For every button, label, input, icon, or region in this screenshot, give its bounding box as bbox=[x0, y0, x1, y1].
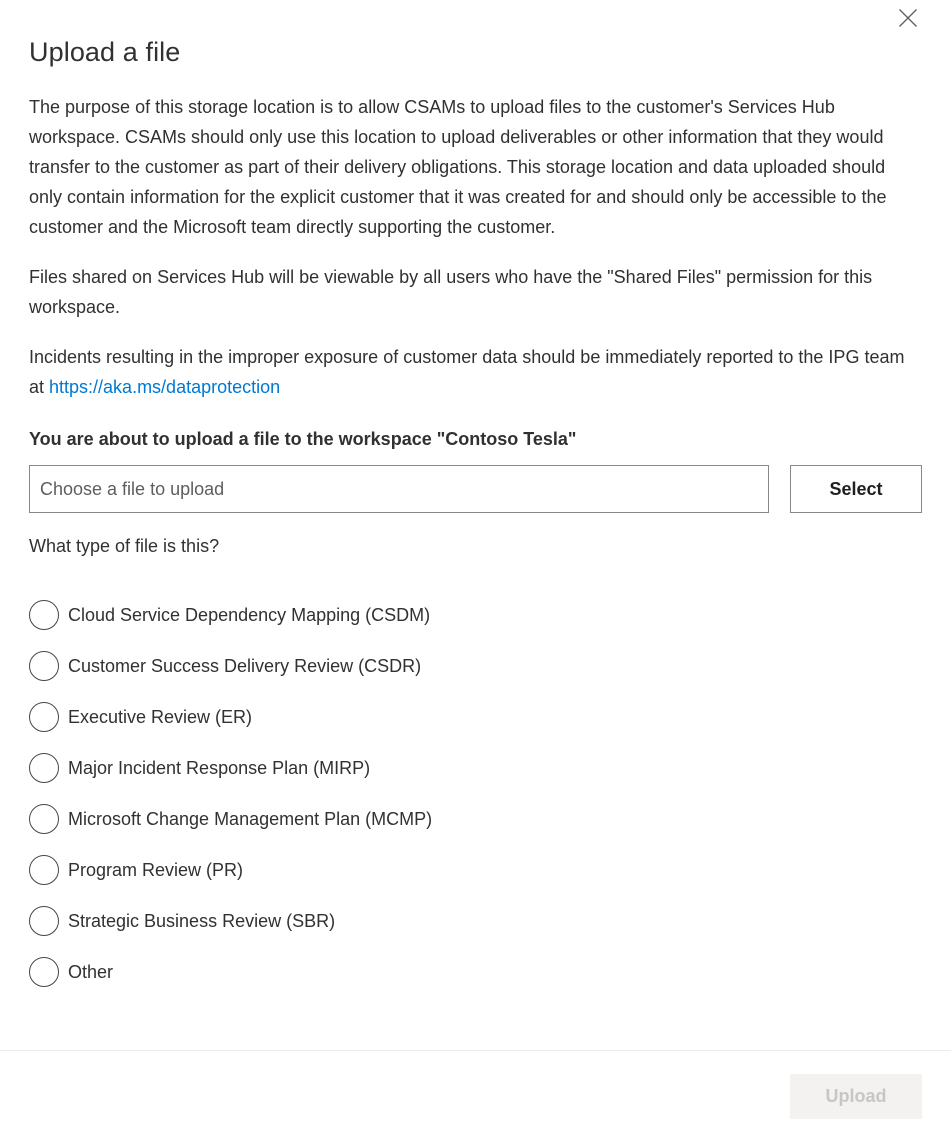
dialog-footer: Upload bbox=[0, 1050, 951, 1141]
incident-paragraph: Incidents resulting in the improper expo… bbox=[29, 342, 922, 402]
workspace-notice: You are about to upload a file to the wo… bbox=[29, 429, 577, 449]
upload-button[interactable]: Upload bbox=[790, 1073, 922, 1119]
dataprotection-link[interactable]: https://aka.ms/dataprotection bbox=[49, 377, 280, 397]
radio-option-label: Microsoft Change Management Plan (MCMP) bbox=[68, 808, 433, 829]
radio-option-csdm[interactable]: Cloud Service Dependency Mapping (CSDM) bbox=[29, 589, 922, 640]
radio-circle-icon[interactable] bbox=[29, 956, 59, 987]
radio-circle-icon[interactable] bbox=[29, 803, 59, 834]
close-icon bbox=[898, 8, 918, 28]
radio-option-csdr[interactable]: Customer Success Delivery Review (CSDR) bbox=[29, 640, 922, 691]
file-path-input[interactable] bbox=[29, 465, 769, 513]
page-title: Upload a file bbox=[29, 37, 181, 67]
radio-option-label: Strategic Business Review (SBR) bbox=[68, 910, 336, 931]
radio-circle-icon[interactable] bbox=[29, 752, 59, 783]
select-file-button[interactable]: Select bbox=[790, 465, 922, 513]
file-type-radio-group: Cloud Service Dependency Mapping (CSDM) … bbox=[29, 589, 922, 997]
upload-file-dialog: Upload a file The purpose of this storag… bbox=[0, 0, 951, 1141]
radio-circle-icon[interactable] bbox=[29, 701, 59, 732]
dialog-body: Upload a file The purpose of this storag… bbox=[0, 0, 951, 1050]
close-button[interactable] bbox=[886, 0, 930, 40]
radio-option-label: Cloud Service Dependency Mapping (CSDM) bbox=[68, 604, 431, 625]
radio-option-mirp[interactable]: Major Incident Response Plan (MIRP) bbox=[29, 742, 922, 793]
radio-option-label: Executive Review (ER) bbox=[68, 706, 253, 727]
radio-option-other[interactable]: Other bbox=[29, 946, 922, 997]
radio-option-mcmp[interactable]: Microsoft Change Management Plan (MCMP) bbox=[29, 793, 922, 844]
radio-option-label: Other bbox=[68, 961, 114, 982]
radio-option-label: Major Incident Response Plan (MIRP) bbox=[68, 757, 371, 778]
radio-circle-icon[interactable] bbox=[29, 650, 59, 681]
file-picker-row: Select bbox=[29, 465, 922, 513]
sharing-paragraph: Files shared on Services Hub will be vie… bbox=[29, 267, 873, 317]
intro-paragraph: The purpose of this storage location is … bbox=[29, 97, 887, 237]
radio-option-label: Customer Success Delivery Review (CSDR) bbox=[68, 655, 422, 676]
radio-circle-icon[interactable] bbox=[29, 905, 59, 936]
radio-circle-icon[interactable] bbox=[29, 854, 59, 885]
radio-option-label: Program Review (PR) bbox=[68, 859, 244, 880]
file-type-question: What type of file is this? bbox=[29, 536, 220, 556]
radio-option-sbr[interactable]: Strategic Business Review (SBR) bbox=[29, 895, 922, 946]
radio-option-er[interactable]: Executive Review (ER) bbox=[29, 691, 922, 742]
radio-circle-icon[interactable] bbox=[29, 599, 59, 630]
dialog-header: Upload a file bbox=[29, 0, 922, 74]
radio-option-pr[interactable]: Program Review (PR) bbox=[29, 844, 922, 895]
